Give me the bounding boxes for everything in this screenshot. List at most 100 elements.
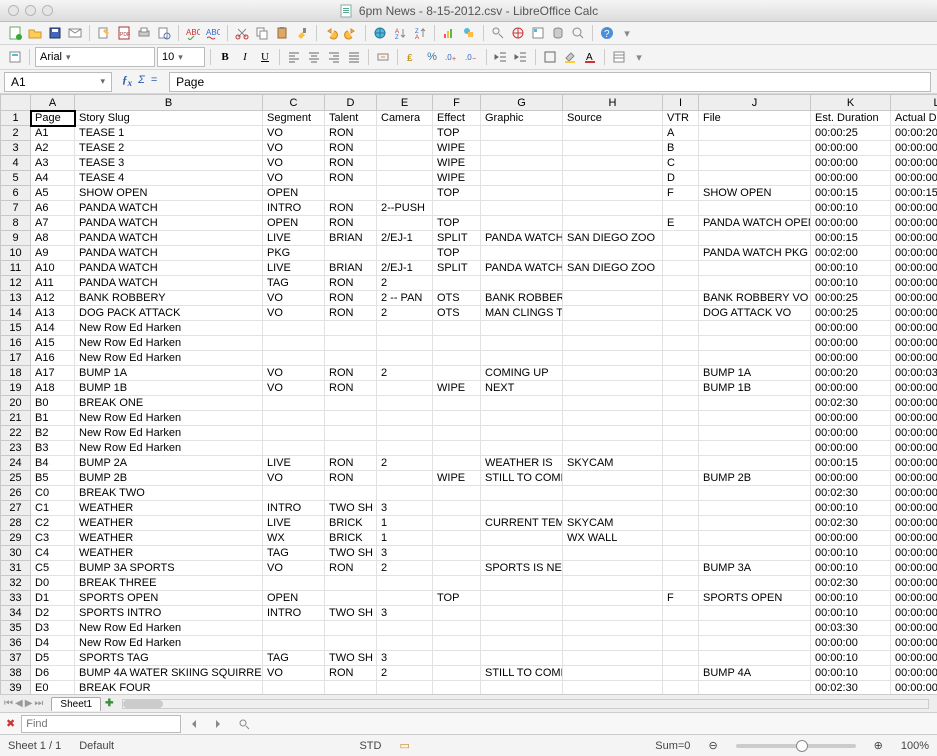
cell[interactable] (699, 261, 811, 276)
cell[interactable]: TOP (433, 186, 481, 201)
cell[interactable]: RON (325, 156, 377, 171)
cell[interactable]: BUMP 4A (699, 666, 811, 681)
cell[interactable]: A5 (31, 186, 75, 201)
add-sheet-button[interactable]: ✚ (105, 698, 113, 709)
cell[interactable] (377, 171, 433, 186)
cell-reference-input[interactable]: A1▾ (4, 72, 112, 92)
cell[interactable]: 2 (377, 366, 433, 381)
decrease-indent-button[interactable] (492, 48, 510, 66)
cell[interactable]: TOP (433, 126, 481, 141)
cell[interactable]: A15 (31, 336, 75, 351)
cell[interactable]: INTRO (263, 201, 325, 216)
row-header[interactable]: 14 (1, 306, 31, 321)
cell[interactable] (377, 411, 433, 426)
cell[interactable] (563, 471, 663, 486)
cell[interactable] (563, 156, 663, 171)
cell[interactable] (663, 606, 699, 621)
cell[interactable]: RON (325, 126, 377, 141)
cell[interactable]: SAN DIEGO ZOO (563, 231, 663, 246)
export-pdf-button[interactable]: PDF (115, 24, 133, 42)
cell[interactable]: 2 -- PAN (377, 291, 433, 306)
cell[interactable] (663, 351, 699, 366)
cell[interactable] (699, 651, 811, 666)
cell[interactable]: 00:00:10 (811, 651, 891, 666)
cell[interactable]: B (663, 141, 699, 156)
cell[interactable] (699, 231, 811, 246)
cell[interactable]: 00:00:00 (891, 576, 937, 591)
cell[interactable]: RON (325, 366, 377, 381)
cell[interactable]: WX (263, 531, 325, 546)
font-color-button[interactable]: A (581, 48, 599, 66)
cell[interactable]: BREAK ONE (75, 396, 263, 411)
cell[interactable]: BUMP 1B (699, 381, 811, 396)
cell[interactable]: 00:00:00 (811, 321, 891, 336)
cell[interactable]: Effect (433, 111, 481, 126)
cell[interactable] (263, 411, 325, 426)
cell[interactable] (481, 156, 563, 171)
cell[interactable] (377, 246, 433, 261)
cell[interactable]: E (663, 216, 699, 231)
cell[interactable] (433, 366, 481, 381)
cell[interactable] (433, 546, 481, 561)
cell[interactable]: 3 (377, 546, 433, 561)
row-header[interactable]: 12 (1, 276, 31, 291)
cell[interactable] (433, 426, 481, 441)
cell[interactable]: 00:00:10 (811, 201, 891, 216)
zoom-percent-label[interactable]: 100% (901, 740, 929, 752)
cell[interactable]: 00:00:00 (891, 321, 937, 336)
cell[interactable]: DOG ATTACK VO (699, 306, 811, 321)
cell[interactable]: A1 (31, 126, 75, 141)
cell[interactable]: 00:00:00 (811, 636, 891, 651)
cell[interactable]: Source (563, 111, 663, 126)
cell[interactable] (563, 546, 663, 561)
zoom-out-button[interactable]: ⊖ (708, 739, 717, 752)
cell[interactable]: VO (263, 171, 325, 186)
cell[interactable]: C2 (31, 516, 75, 531)
cell[interactable]: WEATHER IS (481, 456, 563, 471)
cell[interactable] (481, 681, 563, 695)
cell[interactable] (563, 441, 663, 456)
cell[interactable] (481, 216, 563, 231)
cell[interactable]: BREAK FOUR (75, 681, 263, 695)
cell[interactable]: RON (325, 216, 377, 231)
cell[interactable]: 00:00:00 (891, 351, 937, 366)
page-style-label[interactable]: Default (79, 740, 114, 752)
cell[interactable] (481, 351, 563, 366)
column-header[interactable]: A (31, 95, 75, 111)
cell[interactable] (563, 651, 663, 666)
cell[interactable] (699, 681, 811, 695)
copy-button[interactable] (253, 24, 271, 42)
cell[interactable] (699, 276, 811, 291)
row-header[interactable]: 11 (1, 261, 31, 276)
sum-label[interactable]: Sum=0 (655, 740, 690, 752)
cell[interactable] (377, 396, 433, 411)
cell[interactable]: INTRO (263, 606, 325, 621)
cell[interactable]: VO (263, 381, 325, 396)
cell[interactable]: D6 (31, 666, 75, 681)
column-header[interactable]: K (811, 95, 891, 111)
cell[interactable]: 1 (377, 531, 433, 546)
cell[interactable] (377, 321, 433, 336)
cell[interactable]: 00:00:00 (891, 666, 937, 681)
cell[interactable]: PANDA WATCH PKG (699, 246, 811, 261)
print-preview-button[interactable] (155, 24, 173, 42)
cell[interactable] (263, 396, 325, 411)
cell[interactable]: OPEN (263, 186, 325, 201)
cell[interactable]: 00:00:00 (891, 636, 937, 651)
row-header[interactable]: 20 (1, 396, 31, 411)
hyperlink-button[interactable] (371, 24, 389, 42)
cell[interactable]: PANDA WATCH (75, 201, 263, 216)
cell[interactable]: 00:00:00 (811, 171, 891, 186)
row-header[interactable]: 36 (1, 636, 31, 651)
chevron-down-icon[interactable]: ▾ (630, 48, 648, 66)
cell[interactable] (377, 381, 433, 396)
cell[interactable]: Actual Duration (891, 111, 937, 126)
cell[interactable]: STILL TO COME (481, 471, 563, 486)
cell[interactable]: A6 (31, 201, 75, 216)
cell[interactable] (433, 516, 481, 531)
cell[interactable] (563, 636, 663, 651)
cell[interactable] (563, 486, 663, 501)
cell[interactable] (433, 321, 481, 336)
cell[interactable] (663, 276, 699, 291)
cell[interactable]: RON (325, 141, 377, 156)
